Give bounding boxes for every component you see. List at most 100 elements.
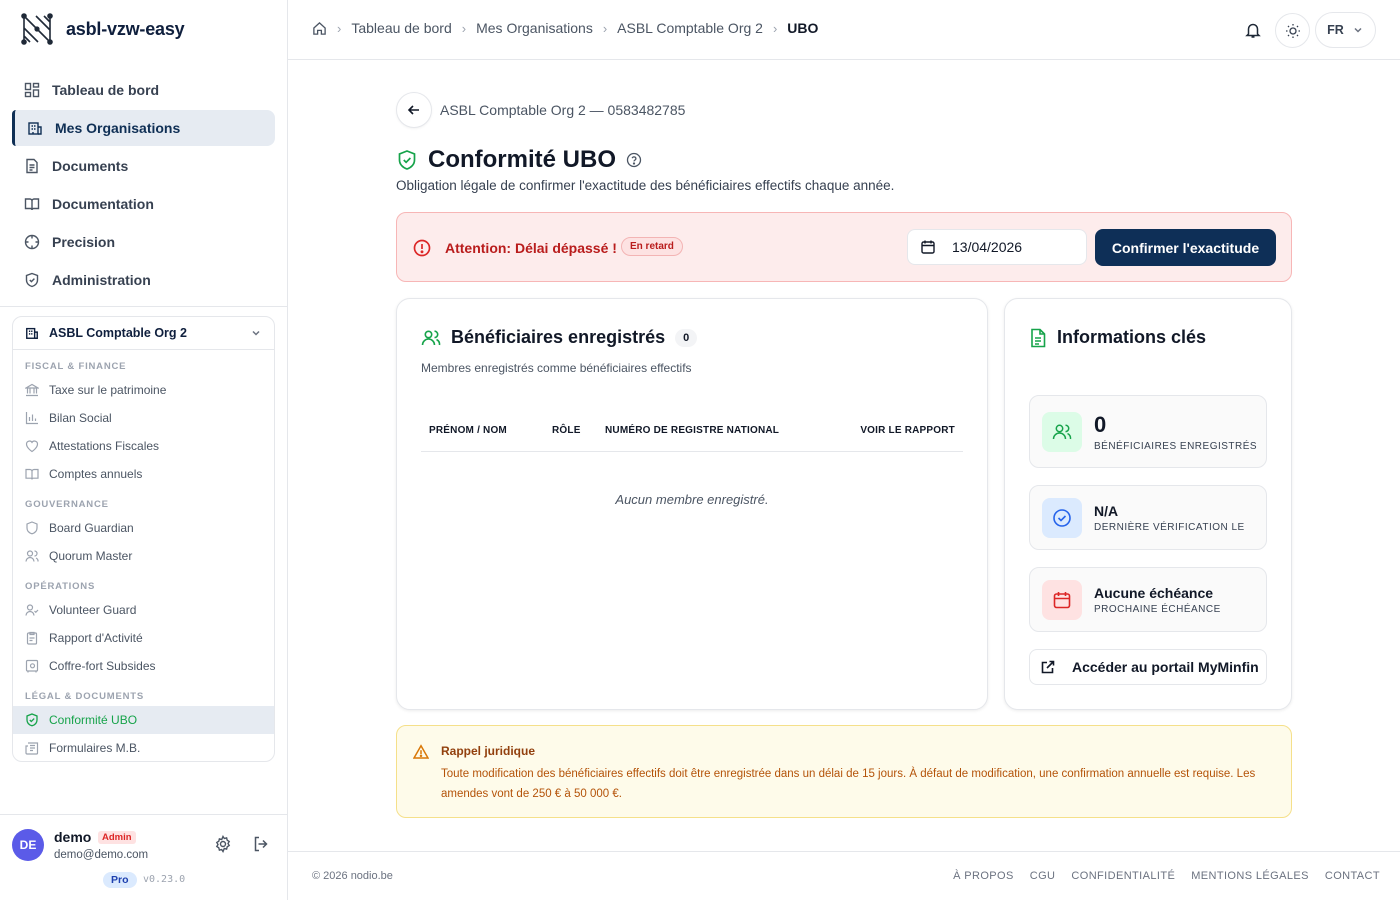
org-item-comptes-annuels[interactable]: Comptes annuels xyxy=(13,460,274,488)
logout-icon[interactable] xyxy=(252,835,270,853)
nav-item-mes-organisations[interactable]: Mes Organisations xyxy=(12,110,275,146)
stat-label: DERNIÈRE VÉRIFICATION LE xyxy=(1094,522,1245,533)
org-item-label: Bilan Social xyxy=(49,411,112,425)
breadcrumb-link[interactable]: Tableau de bord xyxy=(351,20,451,36)
confirm-accuracy-button[interactable]: Confirmer l'exactitude xyxy=(1095,229,1276,266)
warning-triangle-icon xyxy=(413,744,429,760)
settings-gear-icon[interactable] xyxy=(214,835,232,853)
nav-item-precision[interactable]: Precision xyxy=(12,224,275,260)
footer-link-privacy[interactable]: CONFIDENTIALITÉ xyxy=(1071,870,1175,882)
myminfin-portal-button[interactable]: Accéder au portail MyMinfin xyxy=(1029,649,1267,685)
footer-link-about[interactable]: À PROPOS xyxy=(953,870,1014,882)
nav-item-documentation[interactable]: Documentation xyxy=(12,186,275,222)
section-gouvernance: GOUVERNANCE xyxy=(25,499,109,510)
org-item-board-guardian[interactable]: Board Guardian xyxy=(13,514,274,542)
nav-item-documents[interactable]: Documents xyxy=(12,148,275,184)
bell-icon[interactable] xyxy=(1244,21,1262,39)
reminder-text: Toute modification des bénéficiaires eff… xyxy=(441,768,1256,800)
key-info-header: Informations clés xyxy=(1029,327,1206,348)
org-item-label: Coffre-fort Subsides xyxy=(49,659,156,673)
org-item-label: Formulaires M.B. xyxy=(49,741,141,755)
org-item-formulaires-mb[interactable]: Formulaires M.B. xyxy=(13,734,274,761)
org-item-quorum-master[interactable]: Quorum Master xyxy=(13,542,274,570)
sidebar: asbl-vzw-easy Tableau de bord Mes Organi… xyxy=(0,0,288,900)
stat-label: PROCHAINE ÉCHÉANCE xyxy=(1094,604,1221,615)
stat-last-verification: N/A DERNIÈRE VÉRIFICATION LE xyxy=(1029,485,1267,550)
reminder-title: Rappel juridique xyxy=(441,744,536,758)
shield-check-icon xyxy=(396,149,418,171)
crosshair-icon xyxy=(24,234,40,250)
org-item-attestations-fiscales[interactable]: Attestations Fiscales xyxy=(13,432,274,460)
shield-check-icon xyxy=(25,713,39,727)
page-subtitle: Obligation légale de confirmer l'exactit… xyxy=(396,178,895,193)
app-name: asbl-vzw-easy xyxy=(66,18,185,39)
card-title: Bénéficiaires enregistrés xyxy=(451,327,666,347)
sun-icon xyxy=(1285,23,1301,39)
building-icon xyxy=(25,326,39,340)
nav-item-administration[interactable]: Administration xyxy=(12,262,275,298)
avatar[interactable]: DE xyxy=(12,829,44,861)
footer-link-cgu[interactable]: CGU xyxy=(1030,870,1056,882)
org-item-taxe-patrimoine[interactable]: Taxe sur le patrimoine xyxy=(13,376,274,404)
calendar-icon xyxy=(920,239,936,255)
column-header: NUMÉRO DE REGISTRE NATIONAL xyxy=(605,425,780,436)
beneficiaries-card: Bénéficiaires enregistrés 0 Membres enre… xyxy=(396,298,988,710)
theme-toggle-button[interactable] xyxy=(1275,13,1310,48)
org-item-label: Conformité UBO xyxy=(49,713,138,727)
chevron-right-icon: › xyxy=(602,20,608,36)
help-circle-icon[interactable] xyxy=(626,152,642,168)
user-check-icon xyxy=(25,603,39,617)
org-item-coffre-fort-subsides[interactable]: Coffre-fort Subsides xyxy=(13,652,274,680)
user-name: demo xyxy=(54,829,92,845)
users-icon xyxy=(1042,412,1082,452)
verification-date-input[interactable]: 13/04/2026 xyxy=(907,229,1087,265)
safe-icon xyxy=(25,659,39,673)
main-nav: Tableau de bord Mes Organisations Docume… xyxy=(12,72,275,300)
breadcrumb-current: UBO xyxy=(787,20,819,36)
org-item-bilan-social[interactable]: Bilan Social xyxy=(13,404,274,432)
org-item-label: Board Guardian xyxy=(49,521,134,535)
bar-chart-icon xyxy=(25,411,39,425)
clipboard-icon xyxy=(25,631,39,645)
stat-beneficiaries: 0 BÉNÉFICIAIRES ENREGISTRÉS xyxy=(1029,395,1267,468)
bank-icon xyxy=(25,383,39,397)
footer-links: À PROPOS CGU CONFIDENTIALITÉ MENTIONS LÉ… xyxy=(953,870,1380,882)
footer-link-legal[interactable]: MENTIONS LÉGALES xyxy=(1191,870,1309,882)
org-item-label: Taxe sur le patrimoine xyxy=(49,383,167,397)
app-logo[interactable]: asbl-vzw-easy xyxy=(20,12,185,46)
chevron-down-icon xyxy=(1352,24,1364,36)
org-identifier: ASBL Comptable Org 2 — 0583482785 xyxy=(440,102,686,118)
section-operations: OPÉRATIONS xyxy=(25,581,96,592)
stat-label: BÉNÉFICIAIRES ENREGISTRÉS xyxy=(1094,441,1258,452)
user-email: demo@demo.com xyxy=(54,849,149,861)
breadcrumb-link[interactable]: ASBL Comptable Org 2 xyxy=(617,20,763,36)
org-item-conformite-ubo[interactable]: Conformité UBO xyxy=(13,706,274,734)
button-label: Accéder au portail MyMinfin xyxy=(1072,659,1259,675)
date-value: 13/04/2026 xyxy=(952,239,1023,255)
org-panel: ASBL Comptable Org 2 FISCAL & FINANCE Ta… xyxy=(12,316,275,762)
logo-icon xyxy=(20,12,54,46)
column-header: PRÉNOM / NOM xyxy=(429,425,507,436)
org-item-rapport-activite[interactable]: Rapport d'Activité xyxy=(13,624,274,652)
arrow-left-icon xyxy=(406,102,422,118)
language-value: FR xyxy=(1327,23,1344,37)
shield-icon xyxy=(24,272,40,288)
home-icon[interactable] xyxy=(312,21,327,36)
back-button[interactable] xyxy=(396,92,432,128)
stat-value: N/A xyxy=(1094,503,1119,519)
breadcrumb-link[interactable]: Mes Organisations xyxy=(476,20,593,36)
org-switcher[interactable]: ASBL Comptable Org 2 xyxy=(13,317,274,350)
language-select[interactable]: FR xyxy=(1315,12,1376,48)
book-icon xyxy=(25,467,39,481)
legal-reminder: Rappel juridique Toute modification des … xyxy=(396,725,1292,818)
footer-link-contact[interactable]: CONTACT xyxy=(1325,870,1380,882)
org-item-volunteer-guard[interactable]: Volunteer Guard xyxy=(13,596,274,624)
column-header: RÔLE xyxy=(552,425,581,436)
nav-label: Administration xyxy=(52,272,151,288)
nav-item-tableau-de-bord[interactable]: Tableau de bord xyxy=(12,72,275,108)
key-info-card: Informations clés 0 BÉNÉFICIAIRES ENREGI… xyxy=(1004,298,1292,710)
stat-value: Aucune échéance xyxy=(1094,585,1214,601)
user-panel: DE demo Admin demo@demo.com Pro v0.23.0 xyxy=(0,814,287,900)
org-item-label: Rapport d'Activité xyxy=(49,631,143,645)
footer: © 2026 nodio.be À PROPOS CGU CONFIDENTIA… xyxy=(288,851,1400,900)
